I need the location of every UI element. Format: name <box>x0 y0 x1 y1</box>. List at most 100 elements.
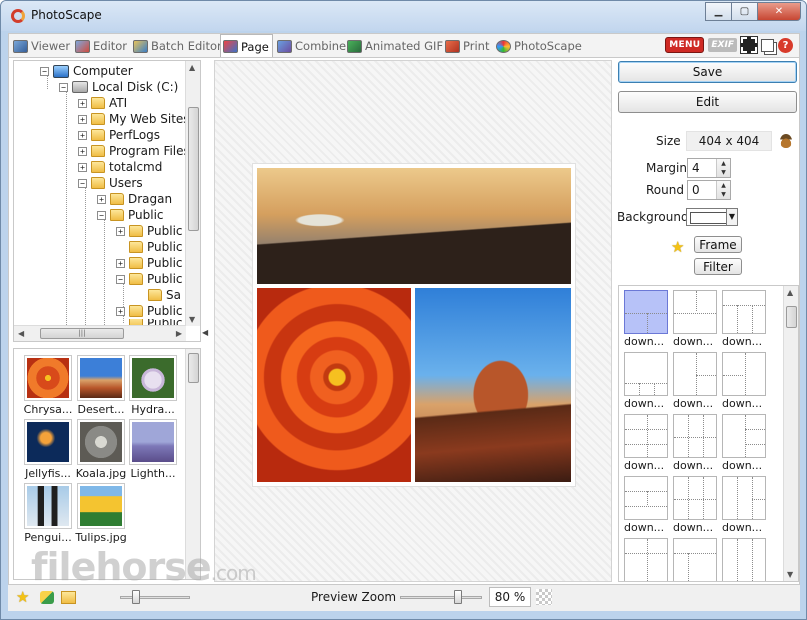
tree-item-public[interactable]: − Public <box>97 207 164 223</box>
layout-item[interactable] <box>624 538 670 581</box>
acorn-icon[interactable] <box>780 134 792 148</box>
color-dropdown-icon[interactable]: ▼ <box>726 208 738 226</box>
tree-item-dragan[interactable]: + Dragan <box>97 191 172 207</box>
filter-button[interactable]: Filter <box>694 258 742 275</box>
close-button[interactable]: ✕ <box>757 2 801 21</box>
tree-item-local-disk[interactable]: − Local Disk (C:) <box>59 79 178 95</box>
copy-icon[interactable] <box>761 38 774 52</box>
scroll-thumb[interactable]: ||| <box>40 328 124 339</box>
tab-viewer[interactable]: Viewer <box>13 36 70 56</box>
tree-item-my-web-sites[interactable]: + My Web Sites <box>78 111 190 127</box>
preview-zoom-slider[interactable] <box>400 596 482 599</box>
tree-item-public-sub[interactable]: + Public <box>116 223 183 239</box>
scroll-right-icon[interactable]: ▶ <box>176 329 182 338</box>
expand-icon[interactable]: + <box>78 130 87 140</box>
collapse-icon[interactable]: − <box>40 66 49 76</box>
collage-canvas[interactable] <box>253 164 575 486</box>
transparency-checker-icon[interactable] <box>536 589 552 605</box>
layout-item[interactable]: down... <box>722 414 768 472</box>
stepper-arrows-icon[interactable]: ▲ ▼ <box>716 181 730 199</box>
margin-stepper[interactable]: 4 ▲ ▼ <box>687 158 731 178</box>
tree-item-public-sub[interactable]: Public <box>116 239 183 255</box>
collage-cell-lighthouse[interactable] <box>257 168 571 284</box>
layout-item[interactable]: down... <box>673 352 719 410</box>
layout-item[interactable]: down... <box>624 352 670 410</box>
tree-item-ati[interactable]: + ATI <box>78 95 127 111</box>
expand-icon[interactable]: + <box>97 194 106 204</box>
layout-item[interactable] <box>722 538 768 581</box>
tree-item-sa[interactable]: Sa <box>148 287 181 303</box>
expand-icon[interactable]: + <box>78 146 87 156</box>
maximize-button[interactable]: ▢ <box>731 2 758 21</box>
save-button[interactable]: Save <box>618 61 797 83</box>
tab-photoscape[interactable]: PhotoScape <box>496 36 582 56</box>
expand-icon[interactable]: + <box>116 258 125 268</box>
layout-item[interactable]: down... <box>722 476 768 534</box>
scroll-thumb[interactable] <box>786 306 797 328</box>
page-preview[interactable] <box>214 60 612 582</box>
scroll-thumb[interactable] <box>188 353 199 383</box>
tree-item-program-files[interactable]: + Program Files <box>78 143 190 159</box>
margin-value[interactable]: 4 <box>692 161 700 175</box>
scroll-thumb[interactable] <box>188 107 199 231</box>
swap-icon[interactable] <box>40 591 54 604</box>
tab-animated-gif[interactable]: Animated GIF <box>347 36 443 56</box>
tab-page[interactable]: Page <box>220 34 273 58</box>
expand-icon[interactable]: + <box>78 114 87 124</box>
thumbnail-item[interactable]: Chrysa... <box>22 355 74 416</box>
scroll-down-icon[interactable]: ▼ <box>189 315 195 324</box>
tree-horizontal-scrollbar[interactable]: ◀ ||| ▶ <box>14 325 186 341</box>
collage-cell-chrysanthemum[interactable] <box>257 288 411 482</box>
tree-vertical-scrollbar[interactable]: ▲ ▼ <box>185 61 200 326</box>
tab-editor[interactable]: Editor <box>75 36 127 56</box>
collapse-icon[interactable]: − <box>78 178 87 188</box>
expand-icon[interactable]: + <box>78 98 87 108</box>
tab-combine[interactable]: Combine <box>277 36 346 56</box>
collapse-icon[interactable]: − <box>59 82 68 92</box>
layout-item[interactable]: down... <box>624 414 670 472</box>
collapse-icon[interactable]: − <box>97 210 106 220</box>
preview-zoom-slider-thumb[interactable] <box>454 590 462 604</box>
collage-cell-desert[interactable] <box>415 288 571 482</box>
tree-item-public-sub[interactable]: + Public <box>116 303 183 319</box>
scroll-up-icon[interactable]: ▲ <box>787 288 793 297</box>
thumbnail-item[interactable]: Desert... <box>75 355 127 416</box>
round-value[interactable]: 0 <box>692 183 700 197</box>
scroll-down-icon[interactable]: ▼ <box>787 570 793 579</box>
tree-item-perflogs[interactable]: + PerfLogs <box>78 127 160 143</box>
layout-item[interactable]: down... <box>722 290 768 348</box>
thumbnail-item[interactable]: Pengui... <box>22 483 74 544</box>
tab-print[interactable]: Print <box>445 36 489 56</box>
layout-item[interactable] <box>673 538 719 581</box>
scroll-up-icon[interactable]: ▲ <box>189 63 195 72</box>
thumbnail-item[interactable]: Jellyfis... <box>22 419 74 480</box>
exif-button[interactable]: EXIF <box>708 38 737 52</box>
film-icon[interactable] <box>740 36 758 54</box>
collapse-panel-icon[interactable]: ◀ <box>202 328 208 337</box>
thumbnail-item[interactable]: Lighth... <box>127 419 179 480</box>
thumbnail-item[interactable]: Tulips.jpg <box>75 483 127 544</box>
tree-item-users[interactable]: − Users <box>78 175 143 191</box>
open-folder-icon[interactable] <box>61 591 76 604</box>
frame-button[interactable]: Frame <box>694 236 742 253</box>
help-icon[interactable]: ? <box>778 37 793 53</box>
layout-item[interactable]: down... <box>624 290 670 348</box>
tab-batch-editor[interactable]: Batch Editor <box>133 36 222 56</box>
expand-icon[interactable]: + <box>116 306 125 316</box>
star-icon[interactable]: ★ <box>671 238 684 256</box>
scroll-left-icon[interactable]: ◀ <box>18 329 24 338</box>
layout-item[interactable]: down... <box>673 290 719 348</box>
stepper-arrows-icon[interactable]: ▲ ▼ <box>716 159 730 177</box>
layouts-vertical-scrollbar[interactable]: ▲ ▼ <box>783 286 798 581</box>
minimize-button[interactable]: ▁ <box>705 2 732 21</box>
collapse-icon[interactable]: − <box>116 274 125 284</box>
thumbnail-size-slider-thumb[interactable] <box>132 590 140 604</box>
layout-item[interactable]: down... <box>673 476 719 534</box>
favorite-star-icon[interactable]: ★ <box>16 588 29 606</box>
tree-item-public-sub[interactable]: + Public <box>116 255 183 271</box>
layout-item[interactable]: down... <box>673 414 719 472</box>
tree-item-totalcmd[interactable]: + totalcmd <box>78 159 162 175</box>
thumbnail-size-slider[interactable] <box>120 596 190 599</box>
expand-icon[interactable]: + <box>116 226 125 236</box>
expand-icon[interactable]: + <box>78 162 87 172</box>
